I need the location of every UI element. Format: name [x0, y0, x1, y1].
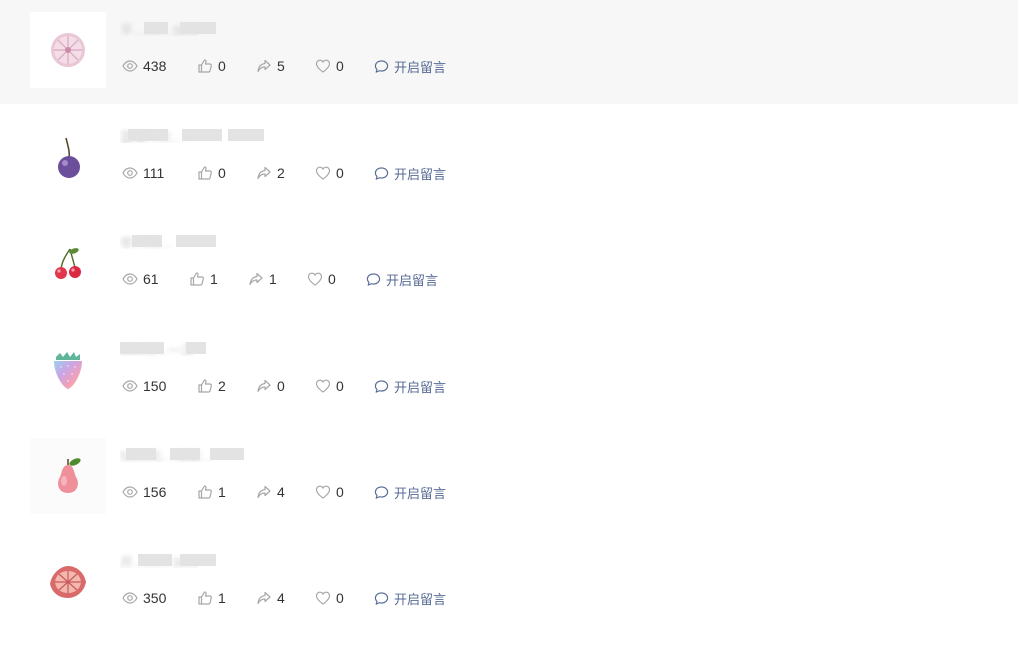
comment-bubble-icon	[374, 59, 389, 73]
like-count[interactable]: 1	[197, 589, 256, 607]
like-count[interactable]: 0	[197, 164, 256, 182]
enable-comments-button[interactable]: 开启留言	[374, 377, 446, 396]
eye-icon	[122, 380, 138, 392]
list-item[interactable]: 蓝莓…大… 111 0 2 0 开启留言	[0, 107, 1018, 211]
enable-comments-button[interactable]: 开启留言	[374, 57, 446, 76]
article-thumbnail[interactable]	[30, 332, 106, 408]
thumbs-up-icon	[198, 485, 212, 499]
cherries-icon	[55, 248, 81, 279]
article-thumbnail[interactable]	[30, 544, 106, 620]
article-stats: 111 0 2 0 开启留言	[122, 164, 446, 182]
heart-icon	[315, 591, 331, 605]
article-stats: 438 0 5 0 开启留言	[122, 57, 446, 75]
thumbs-up-icon	[190, 272, 204, 286]
share-count[interactable]: 1	[248, 270, 307, 288]
share-count[interactable]: 0	[256, 377, 315, 395]
comment-bubble-icon	[374, 379, 389, 393]
list-item[interactable]: 早…大… 61 1 1 0 开启留言	[0, 213, 1018, 317]
article-stats: 150 2 0 0 开启留言	[122, 377, 446, 395]
article-thumbnail[interactable]	[30, 12, 106, 88]
eye-icon	[122, 273, 138, 285]
like-count[interactable]: 1	[189, 270, 248, 288]
article-list: 平…大…30天 438 0 5 0 开启留言	[0, 0, 1018, 646]
article-stats: 61 1 1 0 开启留言	[122, 270, 438, 288]
like-count[interactable]: 0	[197, 57, 256, 75]
enable-comments-button[interactable]: 开启留言	[374, 164, 446, 183]
rainbow-strawberry-icon	[54, 352, 82, 389]
share-arrow-icon	[257, 166, 271, 180]
share-arrow-icon	[257, 379, 271, 393]
thumbs-up-icon	[198, 379, 212, 393]
favorite-count[interactable]: 0	[315, 164, 374, 182]
like-count[interactable]: 2	[197, 377, 256, 395]
view-count: 350	[122, 589, 197, 607]
heart-icon	[315, 166, 331, 180]
share-arrow-icon	[249, 272, 263, 286]
starfruit-slice-icon	[50, 566, 86, 598]
article-thumbnail[interactable]	[30, 438, 106, 514]
list-item[interactable]: 5000元…领取… 156 1 4 0 开启留言	[0, 426, 1018, 530]
share-arrow-icon	[257, 591, 271, 605]
view-count: 156	[122, 483, 197, 501]
article-thumbnail[interactable]	[30, 119, 106, 195]
heart-icon	[315, 59, 331, 73]
eye-icon	[122, 486, 138, 498]
share-count[interactable]: 2	[256, 164, 315, 182]
view-count: 150	[122, 377, 197, 395]
article-stats: 350 1 4 0 开启留言	[122, 589, 446, 607]
eye-icon	[122, 592, 138, 604]
comment-bubble-icon	[366, 272, 381, 286]
share-arrow-icon	[257, 59, 271, 73]
enable-comments-button[interactable]: 开启留言	[366, 270, 438, 289]
view-count: 111	[122, 164, 197, 182]
favorite-count[interactable]: 0	[315, 589, 374, 607]
view-count: 61	[122, 270, 189, 288]
heart-icon	[307, 272, 323, 286]
pink-pear-icon	[58, 458, 81, 493]
list-item[interactable]: 平…大…30天 438 0 5 0 开启留言	[0, 0, 1018, 104]
favorite-count[interactable]: 0	[315, 57, 374, 75]
thumbs-up-icon	[198, 591, 212, 605]
favorite-count[interactable]: 0	[307, 270, 366, 288]
plum-cherry-icon	[58, 137, 80, 178]
enable-comments-button[interactable]: 开启留言	[374, 589, 446, 608]
comment-bubble-icon	[374, 485, 389, 499]
comment-bubble-icon	[374, 591, 389, 605]
thumbs-up-icon	[198, 166, 212, 180]
thumbs-up-icon	[198, 59, 212, 73]
share-count[interactable]: 4	[256, 589, 315, 607]
article-stats: 156 1 4 0 开启留言	[122, 483, 446, 501]
view-count: 438	[122, 57, 197, 75]
heart-icon	[315, 485, 331, 499]
share-count[interactable]: 5	[256, 57, 315, 75]
eye-icon	[122, 167, 138, 179]
list-item[interactable]: 开…大…30天 350 1 4 0 开启留言	[0, 532, 1018, 636]
list-item[interactable]: 100元…一次 150 2 0 0 开启留言	[0, 320, 1018, 424]
share-count[interactable]: 4	[256, 483, 315, 501]
sliced-dragonfruit-icon	[51, 33, 85, 67]
favorite-count[interactable]: 0	[315, 483, 374, 501]
like-count[interactable]: 1	[197, 483, 256, 501]
share-arrow-icon	[257, 485, 271, 499]
eye-icon	[122, 60, 138, 72]
enable-comments-button[interactable]: 开启留言	[374, 483, 446, 502]
article-thumbnail[interactable]	[30, 225, 106, 301]
heart-icon	[315, 379, 331, 393]
favorite-count[interactable]: 0	[315, 377, 374, 395]
comment-bubble-icon	[374, 166, 389, 180]
